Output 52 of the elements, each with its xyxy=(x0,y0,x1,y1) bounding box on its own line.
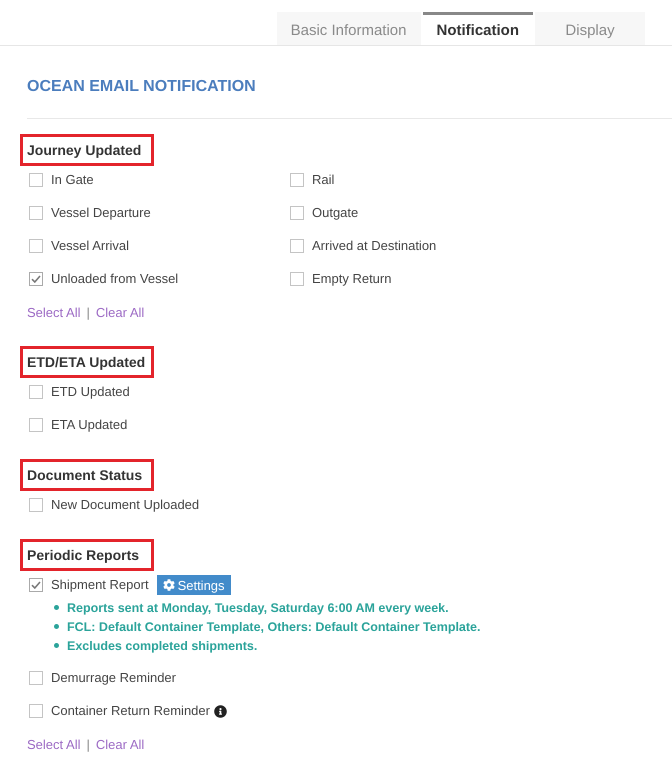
link-separator: | xyxy=(86,736,90,754)
option-label: New Document Uploaded xyxy=(51,496,200,514)
checkbox[interactable] xyxy=(290,239,304,253)
option-label: Vessel Arrival xyxy=(51,237,130,255)
note-text: Reports sent at Monday, Tuesday, Saturday 6:00 AM every week. xyxy=(67,600,449,614)
checkbox[interactable] xyxy=(290,272,304,286)
checkbox[interactable] xyxy=(29,206,43,220)
settings-button[interactable]: Settings xyxy=(156,575,231,595)
option-label: Vessel Departure xyxy=(51,204,151,222)
option-label: Demurrage Reminder xyxy=(51,669,176,687)
tab[interactable]: Display xyxy=(535,12,645,45)
option-label: Rail xyxy=(312,171,334,189)
option-label: Shipment Report xyxy=(51,576,149,594)
checkbox[interactable] xyxy=(29,385,43,399)
gear-icon xyxy=(162,579,175,591)
option-label: ETA Updated xyxy=(51,416,128,434)
option-label: Unloaded from Vessel xyxy=(51,270,178,288)
checkbox[interactable] xyxy=(29,239,43,253)
info-icon[interactable] xyxy=(214,704,227,718)
link-separator: | xyxy=(86,304,90,322)
tab[interactable]: Basic Information xyxy=(276,12,420,45)
check-icon xyxy=(31,581,41,589)
option-label: In Gate xyxy=(51,171,94,189)
checkbox[interactable] xyxy=(29,418,43,432)
page-title: OCEAN EMAIL NOTIFICATION xyxy=(27,46,672,119)
note-text: FCL: Default Container Template, Others: Default Container Template. xyxy=(67,620,480,634)
section-heading: ETD/ETA Updated xyxy=(20,346,154,378)
option-label: Arrived at Destination xyxy=(312,237,436,255)
action-link[interactable]: Clear All xyxy=(96,736,144,754)
checkbox[interactable] xyxy=(29,578,43,592)
checkbox[interactable] xyxy=(29,272,43,286)
check-icon xyxy=(31,275,41,283)
checkbox[interactable] xyxy=(29,671,43,685)
checkbox[interactable] xyxy=(29,704,43,718)
action-link[interactable]: Clear All xyxy=(96,304,144,322)
bullet-icon xyxy=(54,605,59,610)
bullet-icon xyxy=(54,643,59,648)
action-link[interactable]: Select All xyxy=(27,736,80,754)
checkbox[interactable] xyxy=(290,206,304,220)
section-heading: Document Status xyxy=(20,459,154,491)
option-label: Outgate xyxy=(312,204,358,222)
bullet-icon xyxy=(54,624,59,629)
checkbox[interactable] xyxy=(290,173,304,187)
section-heading: Periodic Reports xyxy=(20,539,154,571)
section-heading: Journey Updated xyxy=(20,134,154,166)
checkbox[interactable] xyxy=(29,498,43,512)
option-label: Container Return Reminder xyxy=(51,702,210,720)
option-label: Empty Return xyxy=(312,270,392,288)
action-link[interactable]: Select All xyxy=(27,304,80,322)
option-label: ETD Updated xyxy=(51,383,130,401)
note-text: Excludes completed shipments. xyxy=(67,638,258,652)
checkbox[interactable] xyxy=(29,173,43,187)
